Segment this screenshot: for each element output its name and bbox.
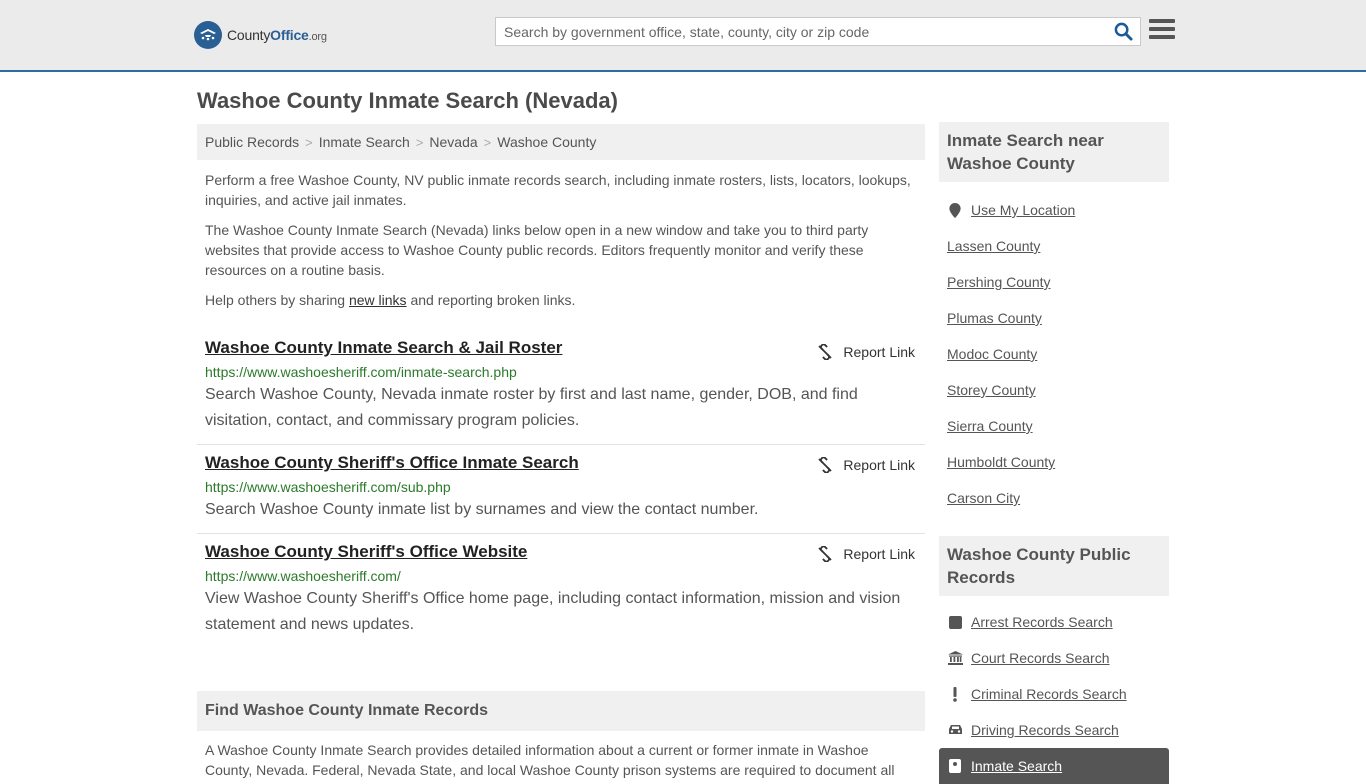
intro-text: Perform a free Washoe County, NV public …	[197, 170, 925, 310]
result-item: Washoe County Sheriff's Office Website R…	[197, 534, 925, 648]
breadcrumb-separator: >	[415, 134, 424, 150]
breadcrumb-public-records[interactable]: Public Records	[205, 134, 299, 150]
site-logo[interactable]: CountyOffice.org	[194, 21, 327, 49]
search-button[interactable]	[1106, 18, 1140, 45]
report-link-label: Report Link	[843, 546, 915, 562]
report-link-button[interactable]: Report Link	[817, 546, 915, 562]
exclamation-icon	[947, 686, 963, 702]
result-title-link[interactable]: Washoe County Inmate Search & Jail Roste…	[205, 338, 562, 358]
use-my-location-link[interactable]: Use My Location	[971, 202, 1075, 218]
breadcrumb: Public Records > Inmate Search > Nevada …	[197, 124, 925, 160]
result-title-link[interactable]: Washoe County Sheriff's Office Inmate Se…	[205, 453, 579, 473]
breadcrumb-washoe-county[interactable]: Washoe County	[497, 134, 596, 150]
main-content: Public Records > Inmate Search > Nevada …	[197, 124, 925, 780]
result-description: Search Washoe County inmate list by surn…	[205, 501, 759, 518]
list-item: Pershing County	[947, 264, 1161, 300]
car-icon	[947, 724, 963, 736]
intro-paragraph-1: Perform a free Washoe County, NV public …	[205, 172, 911, 208]
logo-county: County	[227, 27, 271, 43]
inmate-search-link[interactable]: Inmate Search	[971, 758, 1062, 774]
broken-link-icon	[818, 457, 833, 473]
list-item: Sierra County	[947, 408, 1161, 444]
report-link-button[interactable]: Report Link	[817, 344, 915, 360]
result-url: https://www.washoesheriff.com/	[205, 568, 401, 584]
report-link-label: Report Link	[843, 457, 915, 473]
list-item: Criminal Records Search	[947, 676, 1161, 712]
square-icon	[947, 615, 963, 629]
search-input[interactable]	[496, 18, 1106, 45]
list-item: Modoc County	[947, 336, 1161, 372]
public-records-list: Arrest Records Search Court Records Sear…	[939, 604, 1169, 748]
site-header: CountyOffice.org	[0, 0, 1366, 72]
logo-badge-icon	[194, 21, 222, 49]
hamburger-menu-icon[interactable]	[1149, 19, 1175, 43]
page-title: Washoe County Inmate Search (Nevada)	[197, 88, 618, 113]
nearby-county-link[interactable]: Modoc County	[947, 346, 1037, 362]
breadcrumb-separator: >	[305, 134, 313, 150]
nearby-county-link[interactable]: Humboldt County	[947, 454, 1055, 470]
result-url: https://www.washoesheriff.com/sub.php	[205, 479, 451, 495]
inmate-icon	[947, 759, 963, 773]
breadcrumb-nevada[interactable]: Nevada	[429, 134, 477, 150]
list-item: Arrest Records Search	[947, 604, 1161, 640]
nearby-county-link[interactable]: Pershing County	[947, 274, 1051, 290]
result-url: https://www.washoesheriff.com/inmate-sea…	[205, 364, 517, 380]
list-item: Court Records Search	[947, 640, 1161, 676]
list-item: Storey County	[947, 372, 1161, 408]
result-item: Washoe County Sheriff's Office Inmate Se…	[197, 445, 925, 534]
criminal-records-link[interactable]: Criminal Records Search	[971, 686, 1127, 702]
arrest-records-link[interactable]: Arrest Records Search	[971, 614, 1113, 630]
broken-link-icon	[818, 344, 833, 360]
results-list: Washoe County Inmate Search & Jail Roste…	[197, 332, 925, 648]
intro-report-text: and reporting broken links.	[406, 292, 576, 308]
court-records-link[interactable]: Court Records Search	[971, 650, 1110, 666]
find-records-heading: Find Washoe County Inmate Records	[197, 691, 925, 731]
nearby-heading: Inmate Search near Washoe County	[939, 122, 1169, 182]
find-records-text: A Washoe County Inmate Search provides d…	[205, 742, 895, 778]
list-item: Driving Records Search	[947, 712, 1161, 748]
intro-share-text: Help others by sharing	[205, 292, 349, 308]
new-links-link[interactable]: new links	[349, 292, 407, 308]
public-records-heading: Washoe County Public Records	[939, 536, 1169, 596]
report-link-button[interactable]: Report Link	[817, 457, 915, 473]
nearby-county-link[interactable]: Storey County	[947, 382, 1036, 398]
broken-link-icon	[818, 546, 833, 562]
nearby-list: Use My Location Lassen County Pershing C…	[939, 192, 1169, 516]
logo-text: CountyOffice.org	[227, 27, 327, 43]
sidebar: Inmate Search near Washoe County Use My …	[939, 122, 1169, 784]
logo-org: .org	[308, 31, 327, 43]
list-item: Lassen County	[947, 228, 1161, 264]
nearby-county-link[interactable]: Lassen County	[947, 238, 1040, 254]
logo-office: Office	[270, 27, 309, 43]
nearby-county-link[interactable]: Carson City	[947, 490, 1020, 506]
result-description: Search Washoe County, Nevada inmate rost…	[205, 386, 858, 429]
list-item: Plumas County	[947, 300, 1161, 336]
list-item: Carson City	[947, 480, 1161, 516]
breadcrumb-separator: >	[483, 134, 492, 150]
driving-records-link[interactable]: Driving Records Search	[971, 722, 1119, 738]
result-title-link[interactable]: Washoe County Sheriff's Office Website	[205, 542, 527, 562]
location-pin-icon	[947, 202, 963, 218]
result-description: View Washoe County Sheriff's Office home…	[205, 590, 901, 633]
list-item: Use My Location	[947, 192, 1161, 228]
nearby-county-link[interactable]: Sierra County	[947, 418, 1033, 434]
report-link-label: Report Link	[843, 344, 915, 360]
intro-paragraph-3: Help others by sharing new links and rep…	[205, 290, 917, 310]
breadcrumb-inmate-search[interactable]: Inmate Search	[319, 134, 410, 150]
intro-paragraph-2: The Washoe County Inmate Search (Nevada)…	[205, 222, 869, 278]
courthouse-icon	[947, 651, 963, 665]
search-bar	[495, 17, 1141, 46]
search-icon	[1114, 22, 1133, 41]
result-item: Washoe County Inmate Search & Jail Roste…	[197, 332, 925, 445]
active-inmate-search-item[interactable]: Inmate Search	[939, 748, 1169, 784]
list-item: Humboldt County	[947, 444, 1161, 480]
nearby-county-link[interactable]: Plumas County	[947, 310, 1042, 326]
